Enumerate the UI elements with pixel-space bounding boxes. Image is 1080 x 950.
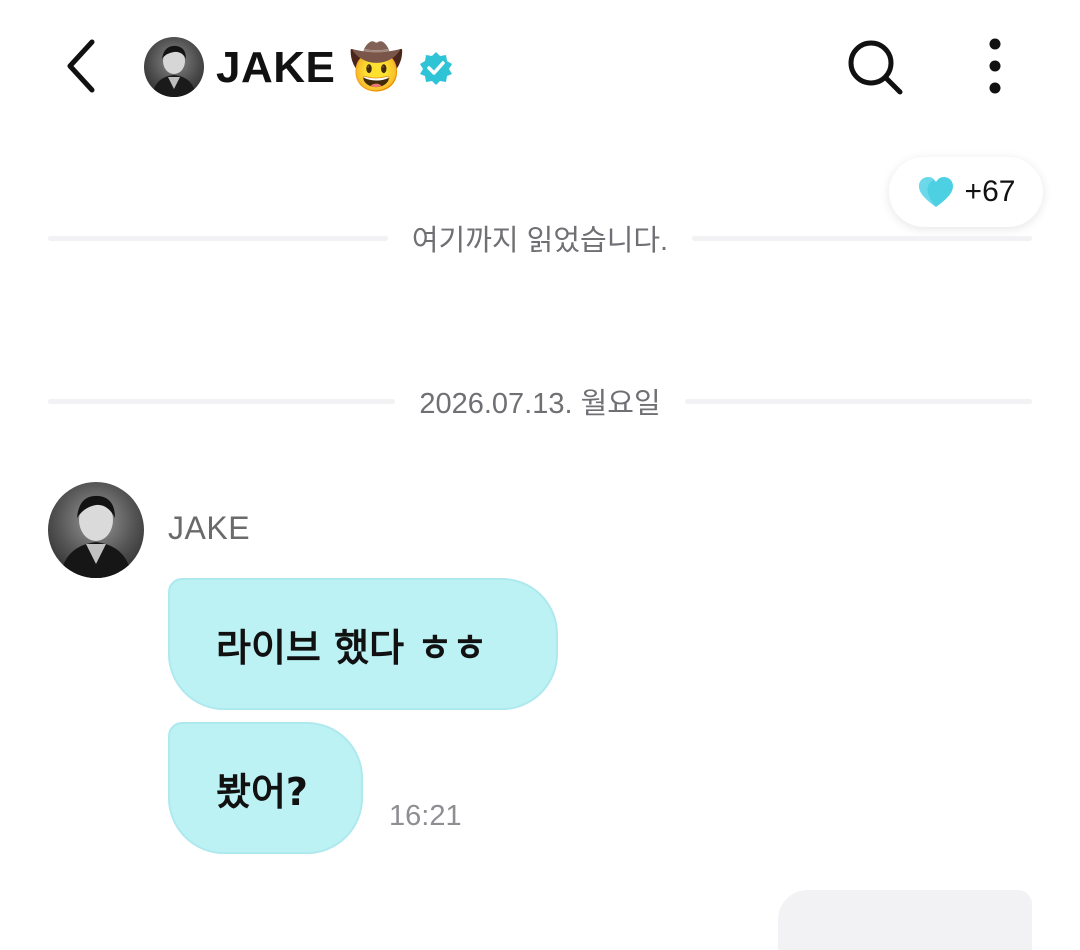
message-bubble[interactable]: 라이브 했다 ㅎㅎ xyxy=(168,578,558,710)
search-icon xyxy=(848,40,903,95)
divider-line xyxy=(684,398,1033,404)
heart-icon xyxy=(918,177,953,207)
header-title-group: JAKE 🤠 xyxy=(216,38,454,98)
sender-avatar[interactable] xyxy=(48,482,144,578)
sender-name: JAKE xyxy=(168,510,251,546)
date-text: 2026.07.13. 월요일 xyxy=(419,388,661,420)
verified-badge-icon xyxy=(420,52,453,85)
message-text: 봤어? xyxy=(216,769,308,814)
cowboy-emoji: 🤠 xyxy=(349,42,405,93)
avatar-silhouette xyxy=(152,45,196,97)
divider-line xyxy=(692,235,1032,241)
message-timestamp: 16:21 xyxy=(389,800,462,832)
search-button[interactable] xyxy=(842,34,908,100)
reaction-counter[interactable]: +67 xyxy=(889,157,1043,227)
header-avatar[interactable] xyxy=(144,37,204,97)
read-marker-text: 여기까지 읽었습니다. xyxy=(411,225,669,257)
partial-message-bubble[interactable] xyxy=(778,890,1032,950)
back-arrow-icon xyxy=(67,39,95,93)
chat-title: JAKE xyxy=(216,43,336,92)
divider-line xyxy=(48,398,396,404)
more-vertical-icon xyxy=(989,38,1001,94)
reaction-count: +67 xyxy=(964,175,1016,208)
avatar-silhouette xyxy=(60,495,132,578)
divider-line xyxy=(48,235,388,241)
back-button[interactable] xyxy=(52,36,112,96)
message-text: 라이브 했다 ㅎㅎ xyxy=(216,625,488,670)
read-marker-divider: 여기까지 읽었습니다. xyxy=(48,218,1032,258)
date-divider: 2026.07.13. 월요일 xyxy=(48,381,1033,421)
more-options-button[interactable] xyxy=(975,34,1015,100)
chat-header: JAKE 🤠 xyxy=(0,0,1080,135)
message-bubble[interactable]: 봤어? xyxy=(168,722,363,854)
